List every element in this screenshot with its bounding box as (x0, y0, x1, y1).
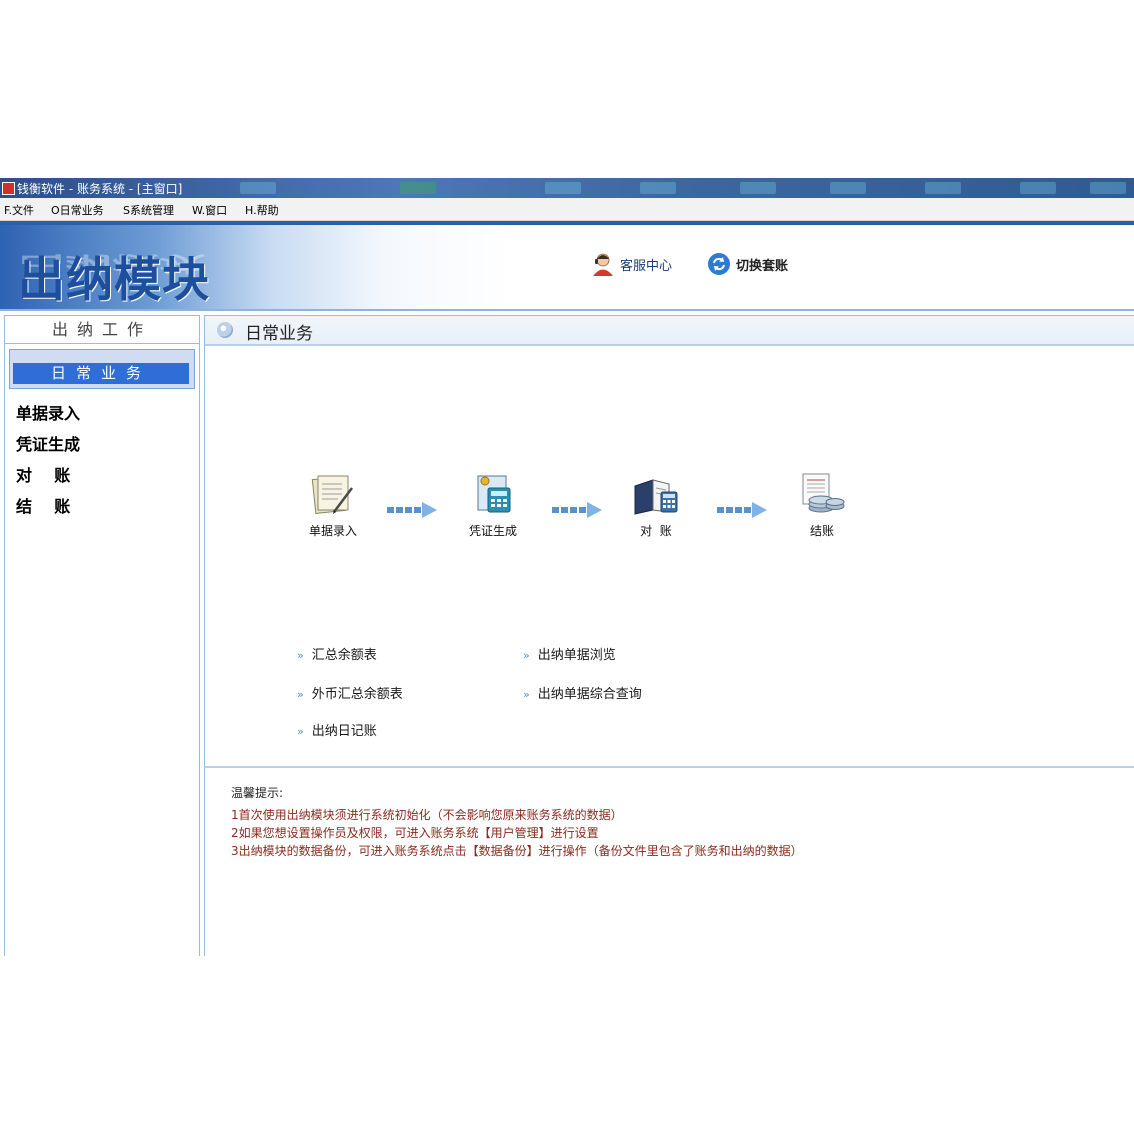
main-panel-header: 日常业务 (205, 316, 1134, 346)
taskbar-decoration (640, 182, 676, 194)
sidebar: 出纳工作 日常业务 单据录入 凭证生成 对 账 结 账 (4, 315, 200, 956)
flow-arrow-icon (552, 502, 602, 518)
chevron-right-icon: » (297, 725, 304, 738)
taskbar-decoration (830, 182, 866, 194)
refresh-icon (708, 253, 730, 275)
chevron-right-icon: » (523, 688, 530, 701)
menu-bar: F.文件 O日常业务 S系统管理 W.窗口 H.帮助 (0, 198, 1134, 221)
menu-file[interactable]: F.文件 (4, 202, 34, 218)
coins-icon (802, 473, 845, 513)
tip-line: 3出纳模块的数据备份，可进入账务系统点击【数据备份】进行操作（备份文件里包含了账… (231, 844, 803, 858)
taskbar-decoration (545, 182, 581, 194)
banner-title: 出纳模块 (18, 253, 210, 308)
taskbar-decoration (240, 182, 276, 194)
banner-top-line (0, 221, 1134, 225)
voucher-icon (477, 475, 511, 513)
chevron-right-icon: » (523, 649, 530, 662)
sidebar-tab-label: 日常业务 (13, 363, 189, 384)
app-icon[interactable] (2, 182, 15, 195)
flow-step-label: 单据录入 (308, 524, 357, 538)
sidebar-header[interactable]: 出纳工作 (5, 316, 199, 344)
flow-step-reconciliation[interactable]: 对 账 (616, 466, 696, 544)
chevron-right-icon: » (297, 688, 304, 701)
main-window: 钱衡软件 - 账务系统 - [主窗口] F.文件 O日常业务 S系统管理 W.窗… (0, 178, 1134, 956)
taskbar-decoration (925, 182, 961, 194)
link-document-browse[interactable]: » 出纳单据浏览 (523, 644, 616, 663)
disc-icon (217, 322, 233, 338)
menu-help[interactable]: H.帮助 (245, 202, 279, 218)
flow-step-closing[interactable]: 结账 (782, 466, 862, 544)
tips-title: 温馨提示: (231, 786, 284, 800)
link-label: 出纳单据浏览 (537, 648, 616, 663)
flow-step-label: 对 账 (640, 524, 672, 538)
taskbar-decoration (1090, 182, 1126, 194)
sidebar-item-voucher-generation[interactable]: 凭证生成 (16, 431, 80, 455)
link-label: 出纳日记账 (311, 724, 377, 739)
tip-line: 1首次使用出纳模块须进行系统初始化（不会影响您原来账务系统的数据） (231, 808, 623, 822)
link-label: 汇总余额表 (311, 648, 377, 663)
main-panel-title: 日常业务 (245, 324, 313, 344)
customer-service-button[interactable]: 客服中心 (590, 247, 672, 281)
main-panel: 日常业务 单据录入 凭证生成 对 账 结账 » 汇总余额表 » 外币汇总余额表 … (204, 315, 1134, 767)
menu-window[interactable]: W.窗口 (192, 202, 227, 218)
tip-line: 2如果您想设置操作员及权限，可进入账务系统【用户管理】进行设置 (231, 826, 599, 840)
sidebar-tab-daily-business[interactable]: 日常业务 (9, 349, 195, 389)
banner-bottom-line (0, 309, 1134, 311)
sidebar-item-document-entry[interactable]: 单据录入 (16, 400, 80, 424)
flow-arrow-icon (387, 502, 437, 518)
sidebar-item-reconciliation[interactable]: 对 账 (16, 462, 70, 486)
documents-icon (311, 475, 353, 515)
flow-arrow-icon (717, 502, 767, 518)
link-label: 出纳单据综合查询 (537, 687, 642, 702)
module-banner: 出纳模块 出纳模块 客服中心 切换套账 (0, 221, 1134, 311)
taskbar-decoration (1020, 182, 1056, 194)
customer-service-label: 客服中心 (620, 258, 673, 274)
customer-service-icon (593, 253, 613, 276)
ledger-icon (634, 479, 678, 515)
tips-panel: 温馨提示: 1首次使用出纳模块须进行系统初始化（不会影响您原来账务系统的数据） … (204, 766, 1134, 956)
menu-daily-business[interactable]: O日常业务 (51, 202, 104, 218)
sidebar-item-closing[interactable]: 结 账 (16, 493, 70, 517)
link-label: 外币汇总余额表 (311, 687, 403, 702)
link-document-query[interactable]: » 出纳单据综合查询 (523, 683, 642, 702)
menu-system-management[interactable]: S系统管理 (123, 202, 174, 218)
link-foreign-currency-summary[interactable]: » 外币汇总余额表 (297, 683, 403, 702)
link-summary-balance[interactable]: » 汇总余额表 (297, 644, 377, 663)
taskbar-decoration (400, 182, 436, 194)
taskbar-decoration (740, 182, 776, 194)
switch-account-set-label: 切换套账 (736, 258, 789, 274)
chevron-right-icon: » (297, 649, 304, 662)
flow-step-voucher-generation[interactable]: 凭证生成 (453, 466, 533, 544)
flow-step-document-entry[interactable]: 单据录入 (293, 466, 373, 544)
link-cashier-journal[interactable]: » 出纳日记账 (297, 720, 377, 739)
window-title: 钱衡软件 - 账务系统 - [主窗口] (17, 182, 183, 196)
switch-account-set-button[interactable]: 切换套账 (706, 247, 788, 281)
flow-step-label: 凭证生成 (468, 524, 517, 538)
title-bar[interactable]: 钱衡软件 - 账务系统 - [主窗口] (0, 178, 1134, 198)
flow-step-label: 结账 (809, 524, 834, 538)
